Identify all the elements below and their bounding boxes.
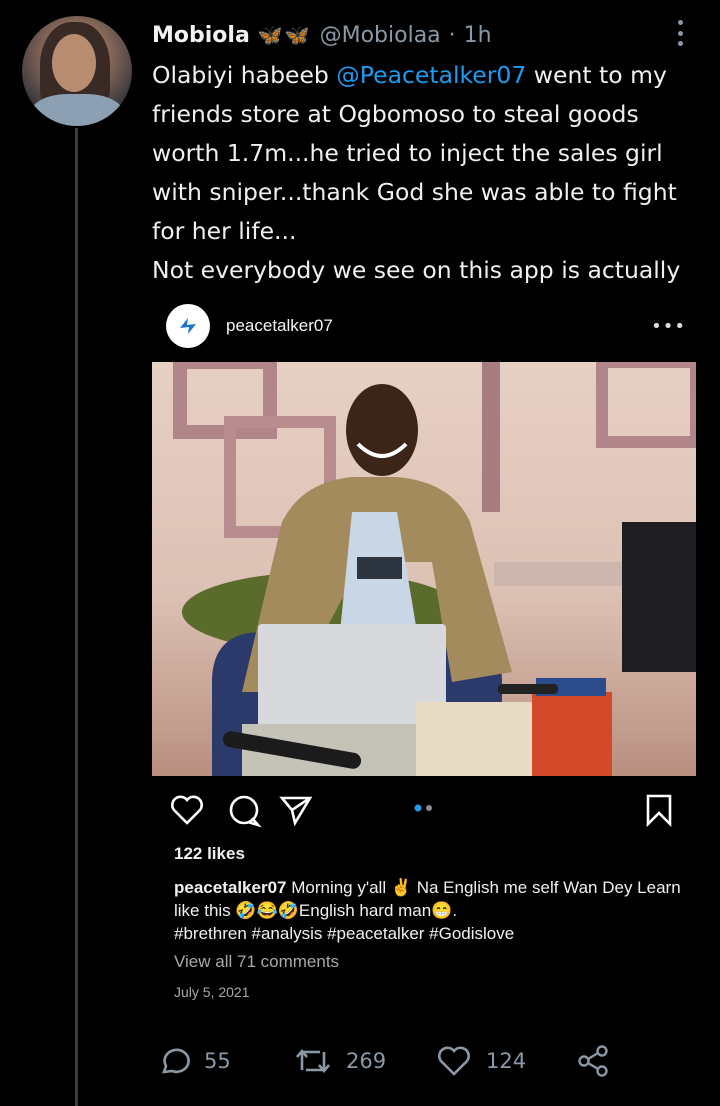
heart-icon [438, 1046, 470, 1076]
comment-bubble-icon[interactable] [229, 795, 262, 828]
tweet-time[interactable]: 1h [464, 23, 492, 48]
embed-date: July 5, 2021 [174, 984, 250, 1000]
embed-photo[interactable] [152, 362, 696, 776]
retweet-count: 269 [346, 1049, 387, 1073]
avatar[interactable] [22, 16, 132, 126]
dot-separator: · [448, 22, 456, 48]
caption-username[interactable]: peacetalker07 [174, 878, 286, 897]
embed-header: peacetalker07 ••• [166, 304, 686, 348]
tweet-text-start: Olabiyi habeeb [152, 61, 337, 89]
like-heart-icon[interactable] [171, 795, 203, 825]
save-bookmark-icon[interactable] [646, 794, 672, 828]
share-button[interactable] [576, 1040, 610, 1082]
like-button[interactable]: 124 [436, 1040, 526, 1082]
author-emoji: 🦋🦋 [257, 23, 312, 47]
embed-likes[interactable]: 122 likes [174, 844, 245, 864]
reply-count: 55 [204, 1049, 231, 1073]
share-send-icon[interactable] [279, 796, 313, 827]
mention-link[interactable]: @Peacetalker07 [336, 61, 526, 89]
avatar-shirt [30, 94, 124, 126]
thread-line [75, 128, 78, 1106]
share-icon [578, 1045, 608, 1077]
embed-caption: peacetalker07 Morning y'all ✌️ Na Englis… [174, 876, 684, 945]
embed-more-icon[interactable]: ••• [651, 316, 686, 337]
avatar-face [52, 34, 96, 92]
view-comments-link[interactable]: View all 71 comments [174, 952, 339, 972]
embed-profile-logo[interactable] [166, 304, 210, 348]
tweet-action-bar: 55 269 124 [152, 1040, 622, 1082]
tweet-text-rest: went to my friends store at Ogbomoso to … [152, 61, 681, 323]
author-name[interactable]: Mobiola [152, 23, 250, 48]
retweet-icon [296, 1048, 330, 1074]
reply-button[interactable]: 55 [156, 1040, 231, 1082]
tweet-text: Olabiyi habeeb @Peacetalker07 went to my… [152, 56, 704, 329]
tweet-header: Mobiola 🦋🦋 @Mobiolaa · 1h [152, 18, 492, 52]
like-count: 124 [486, 1049, 527, 1073]
embed-actions [170, 792, 680, 828]
carousel-indicator [414, 804, 432, 812]
embed-username[interactable]: peacetalker07 [226, 316, 333, 336]
author-handle[interactable]: @Mobiolaa [320, 23, 441, 48]
caption-hashtags[interactable]: #brethren #analysis #peacetalker #Godisl… [174, 924, 514, 943]
more-options-icon[interactable] [668, 20, 692, 46]
retweet-button[interactable]: 269 [294, 1040, 386, 1082]
reply-icon [162, 1048, 190, 1074]
instagram-embed[interactable]: peacetalker07 ••• 122 likes peacetalker0… [152, 296, 696, 1020]
